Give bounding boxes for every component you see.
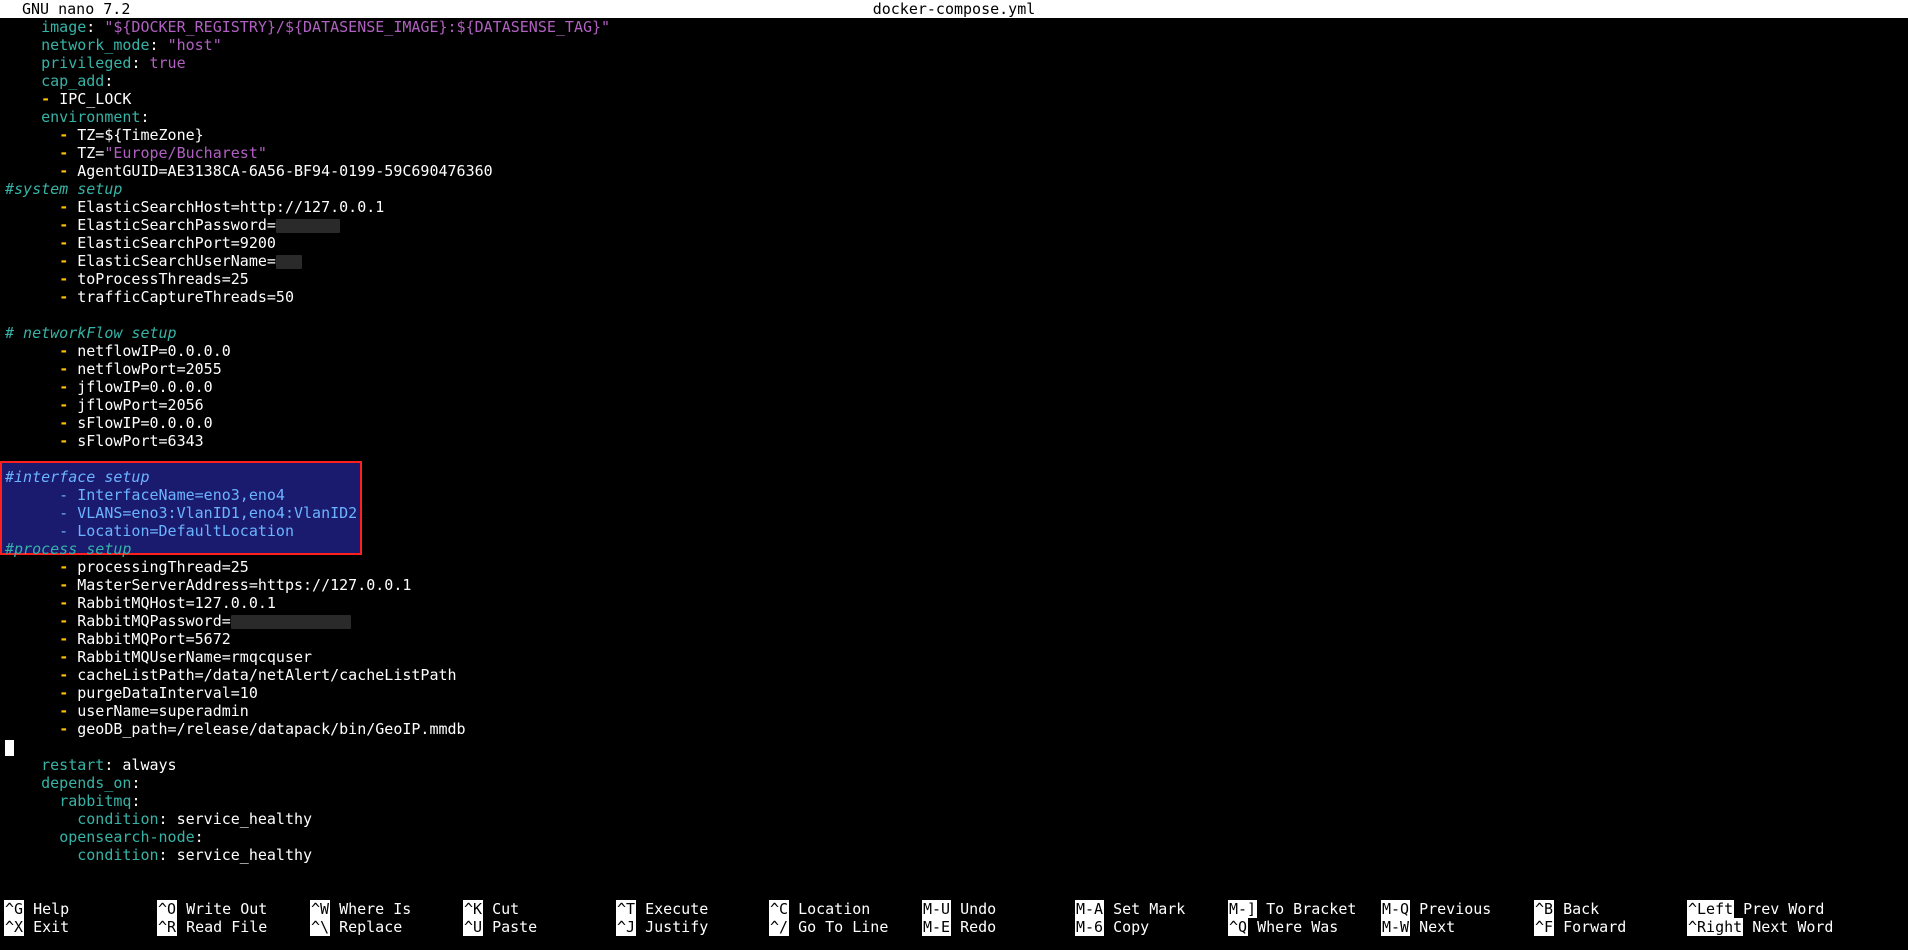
redacted-value [230, 614, 351, 629]
comment-line: #process setup [5, 540, 132, 558]
code-line: - ElasticSearchHost=http://127.0.0.1 [59, 198, 385, 216]
shortcut-justify[interactable]: ^J Justify [616, 918, 708, 936]
code-line: image: "${DOCKER_REGISTRY}/${DATASENSE_I… [41, 18, 611, 36]
code-line: - TZ=${TimeZone} [59, 126, 204, 144]
selected-code-line: - Location=DefaultLocation [5, 522, 294, 540]
shortcut-redo[interactable]: M-E Redo [922, 918, 996, 936]
empty-line [5, 306, 1905, 324]
code-line: - MasterServerAddress=https://127.0.0.1 [59, 576, 412, 594]
code-line: - processingThread=25 [59, 558, 249, 576]
shortcut-set-mark[interactable]: M-A Set Mark [1075, 900, 1185, 918]
shortcut-where-is[interactable]: ^W Where Is [310, 900, 411, 918]
shortcut-next-word[interactable]: ^Right Next Word [1687, 918, 1833, 936]
shortcut-previous[interactable]: M-Q Previous [1381, 900, 1491, 918]
shortcut-next[interactable]: M-W Next [1381, 918, 1455, 936]
code-line: - netflowIP=0.0.0.0 [59, 342, 231, 360]
code-line: cap_add: [41, 72, 114, 90]
code-line: - purgeDataInterval=10 [59, 684, 258, 702]
code-line: - RabbitMQUserName=rmqcquser [59, 648, 313, 666]
shortcut-row-1: ^G Help ^O Write Out ^W Where Is ^K Cut ^T Ex… [0, 900, 1908, 918]
code-line: - ElasticSearchUserName= [5, 252, 1905, 270]
shortcut-undo[interactable]: M-U Undo [922, 900, 996, 918]
code-line: - userName=superadmin [59, 702, 249, 720]
comment-line: # networkFlow setup [5, 324, 177, 342]
shortcut-go-to-line[interactable]: ^/Go To Line [769, 918, 888, 936]
code-line: - TZ="Europe/Bucharest" [59, 144, 267, 162]
shortcut-location[interactable]: ^C Location [769, 900, 870, 918]
selected-code-line: - InterfaceName=eno3,eno4 [5, 486, 285, 504]
code-line: - AgentGUID=AE3138CA-6A56-BF94-0199-59C6… [59, 162, 493, 180]
code-line: privileged: true [41, 54, 186, 72]
selected-comment-line: #interface setup [5, 468, 150, 486]
empty-line [5, 450, 1905, 468]
comment-line: #system setup [5, 180, 123, 198]
code-line: - RabbitMQPort=5672 [59, 630, 231, 648]
code-line: network_mode: "host" [41, 36, 222, 54]
selected-code-line: - VLANS=eno3:VlanID1,eno4:VlanID2 [5, 504, 358, 522]
code-line: environment: [41, 108, 150, 126]
shortcut-prev-word[interactable]: ^Left Prev Word [1687, 900, 1824, 918]
shortcut-cut[interactable]: ^K Cut [463, 900, 519, 918]
redacted-value [275, 254, 302, 269]
code-line: - RabbitMQHost=127.0.0.1 [59, 594, 276, 612]
text-cursor [5, 739, 14, 756]
code-line: - jflowIP=0.0.0.0 [59, 378, 213, 396]
shortcut-to-bracket[interactable]: M-] To Bracket [1228, 900, 1356, 918]
redacted-value [275, 218, 340, 233]
editor-area[interactable]: image: "${DOCKER_REGISTRY}/${DATASENSE_I… [5, 18, 1905, 864]
code-line: - sFlowIP=0.0.0.0 [59, 414, 213, 432]
code-line: condition: service_healthy [77, 810, 313, 828]
shortcut-where-was[interactable]: ^Q Where Was [1228, 918, 1338, 936]
code-line: opensearch-node: [59, 828, 204, 846]
code-line: - netflowPort=2055 [59, 360, 222, 378]
code-line: - ElasticSearchPassword= [5, 216, 1905, 234]
shortcut-paste[interactable]: ^U Paste [463, 918, 537, 936]
file-name: docker-compose.yml [872, 0, 1036, 18]
shortcut-exit[interactable]: ^X Exit [4, 918, 69, 936]
code-line: - ElasticSearchPort=9200 [59, 234, 276, 252]
code-line: - geoDB_path=/release/datapack/bin/GeoIP… [59, 720, 466, 738]
code-line: condition: service_healthy [77, 846, 313, 864]
code-line: - toProcessThreads=25 [59, 270, 249, 288]
shortcut-execute[interactable]: ^T Execute [616, 900, 708, 918]
shortcut-forward[interactable]: ^F Forward [1534, 918, 1626, 936]
shortcut-back[interactable]: ^B Back [1534, 900, 1599, 918]
shortcut-write-out[interactable]: ^O Write Out [157, 900, 267, 918]
shortcut-read-file[interactable]: ^R Read File [157, 918, 267, 936]
code-line: restart: always [41, 756, 177, 774]
shortcut-replace[interactable]: ^\ Replace [310, 918, 402, 936]
code-line: - cacheListPath=/data/netAlert/cacheList… [59, 666, 457, 684]
shortcut-help[interactable]: ^G Help [4, 900, 69, 918]
code-line: rabbitmq: [59, 792, 141, 810]
cursor-line [5, 738, 1905, 756]
shortcut-row-2: ^X Exit ^R Read File ^\ Replace ^U Paste ^J J… [0, 918, 1908, 936]
code-line: - trafficCaptureThreads=50 [59, 288, 294, 306]
code-line: - sFlowPort=6343 [59, 432, 204, 450]
code-line: - jflowPort=2056 [59, 396, 204, 414]
code-line: depends_on: [41, 774, 141, 792]
shortcut-copy[interactable]: M-6 Copy [1075, 918, 1149, 936]
code-line: - RabbitMQPassword= [5, 612, 1905, 630]
code-line: - IPC_LOCK [41, 90, 132, 108]
title-bar: GNU nano 7.2 docker-compose.yml [0, 0, 1908, 18]
